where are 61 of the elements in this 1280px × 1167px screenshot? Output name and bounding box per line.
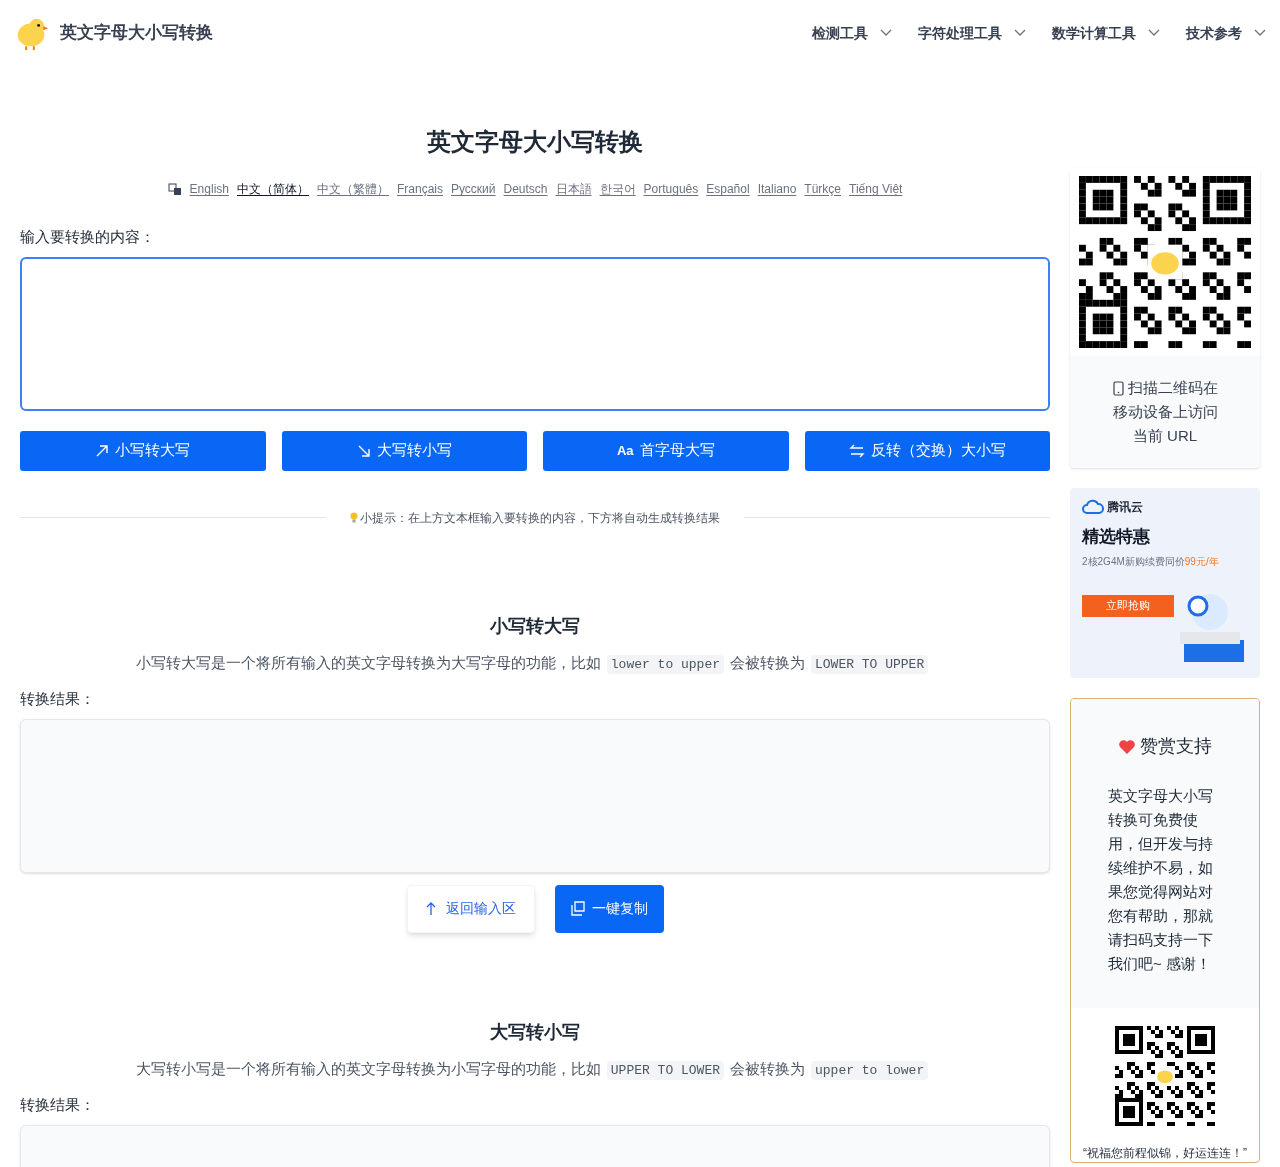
language-link[interactable]: 中文（繁體）	[316, 180, 389, 198]
section-description: 大写转小写是一个将所有输入的英文字母转换为小写字母的功能，比如 UPPER TO LOWER 会被转换为 upper to lower	[135, 1057, 935, 1080]
copy-button[interactable]: 一键复制	[554, 884, 664, 933]
result-label: 转换结果：	[20, 1095, 95, 1115]
nav-menu[interactable]: 技术参考	[1186, 22, 1266, 44]
convert-button[interactable]: 小写转大写	[20, 430, 266, 471]
nav-menu[interactable]: 字符处理工具	[918, 22, 1026, 44]
language-link[interactable]: English	[189, 180, 229, 198]
language-link[interactable]: Tiếng Việt	[849, 180, 903, 198]
qr-caption-line: 移动设备上访问	[1112, 402, 1218, 422]
chevron-down-icon	[1254, 29, 1266, 37]
lightbulb-icon	[350, 512, 358, 523]
ad-cta-button[interactable]: 立即抢购	[1082, 594, 1174, 617]
language-link[interactable]: Русский	[451, 180, 496, 198]
ad-banner[interactable]: 腾讯云 精选特惠 2核2G4M新购续费同价99元/年 立即抢购	[1070, 488, 1260, 678]
heart-icon	[1118, 738, 1136, 755]
chevron-down-icon	[1148, 29, 1160, 37]
language-link[interactable]: 日本語	[555, 180, 592, 198]
font-case-icon: Aa	[616, 440, 634, 461]
chevron-down-icon	[1014, 29, 1026, 37]
support-text: 英文字母大小写转换可免费使用，但开发与持续维护不易，如果您觉得网站对您有帮助，那就请扫码支持一下我们吧~ 感谢！	[1108, 786, 1214, 974]
ad-offer: 2核2G4M新购续费同价99元/年	[1082, 554, 1220, 569]
language-link[interactable]: Italiano	[757, 180, 797, 198]
language-link[interactable]: Español	[706, 180, 750, 198]
language-link[interactable]: 中文（简体）	[236, 180, 309, 198]
language-link[interactable]: Português	[643, 180, 699, 198]
translate-icon	[167, 182, 182, 196]
arrow-up-icon	[425, 901, 436, 916]
ad-brand: 腾讯云	[1107, 499, 1143, 516]
input-label: 输入要转换的内容：	[20, 227, 156, 247]
language-link[interactable]: Türkçe	[804, 180, 841, 198]
result-box[interactable]	[20, 718, 1050, 873]
convert-button[interactable]: 反转（交换）大小写	[804, 430, 1050, 471]
phone-icon	[1112, 380, 1124, 396]
arrow-down-right-icon	[356, 443, 371, 458]
section-title: 小写转大写	[490, 614, 580, 638]
site-title[interactable]: 英文字母大小写转换	[60, 20, 213, 46]
qr-caption-line: 扫描二维码在	[1127, 378, 1218, 398]
chevron-down-icon	[880, 29, 892, 37]
nav-menu[interactable]: 检测工具	[812, 22, 892, 44]
language-link[interactable]: Français	[396, 180, 443, 198]
hint-text: 小提示：在上方文本框输入要转换的内容，下方将自动生成转换结果	[360, 509, 720, 527]
back-to-input-button[interactable]: 返回输入区	[406, 884, 535, 933]
nav-menu[interactable]: 数学计算工具	[1052, 22, 1160, 44]
cloud-icon	[1082, 499, 1104, 515]
section-title: 大写转小写	[490, 1020, 580, 1044]
input-field[interactable]	[20, 256, 1050, 411]
arrow-up-right-icon	[95, 443, 110, 458]
blessing-text: “祝福您前程似锦，好运连连！”	[1083, 1145, 1247, 1162]
swap-arrows-icon	[848, 443, 865, 458]
qr-caption-line: 当前 URL	[1132, 426, 1198, 446]
section-description: 小写转大写是一个将所有输入的英文字母转换为大写字母的功能，比如 lower to upper 会被转换为 LOWER TO UPPER	[135, 651, 935, 674]
language-link[interactable]: 한국어	[599, 180, 636, 198]
support-title: 赞赏支持	[1140, 735, 1212, 758]
convert-button[interactable]: 大写转小写	[281, 430, 527, 471]
page-title: 英文字母大小写转换	[426, 127, 644, 157]
ad-headline: 精选特惠	[1082, 526, 1151, 548]
result-label: 转换结果：	[20, 689, 95, 709]
language-link[interactable]: Deutsch	[503, 180, 548, 198]
convert-button[interactable]: Aa 首字母大写	[543, 430, 789, 471]
copy-icon	[570, 901, 586, 916]
